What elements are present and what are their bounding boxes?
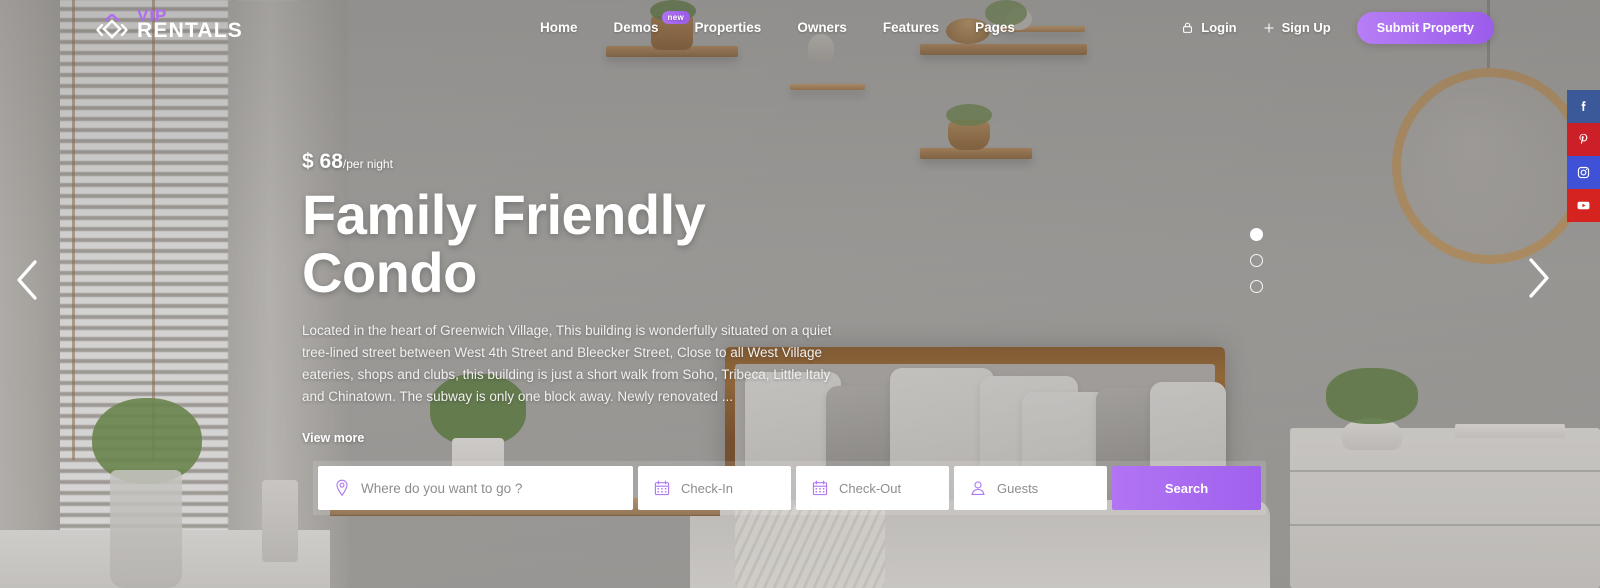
nav-item-home[interactable]: Home	[540, 20, 578, 35]
nav-item-owners[interactable]: Owners	[797, 20, 847, 35]
login-label: Login	[1201, 20, 1237, 35]
calendar-icon	[812, 480, 828, 496]
signup-button[interactable]: Sign Up	[1263, 20, 1331, 35]
slider-dot-3[interactable]	[1250, 280, 1263, 293]
user-icon	[970, 480, 986, 496]
price-amount: 68	[319, 150, 343, 173]
social-link-instagram[interactable]	[1567, 156, 1600, 189]
nav-item-pages[interactable]: Pages	[975, 20, 1015, 35]
new-badge: new	[661, 11, 690, 24]
chevron-left-icon[interactable]	[8, 250, 48, 310]
signup-label: Sign Up	[1281, 20, 1331, 35]
calendar-icon	[654, 480, 670, 496]
diamond-chevron-icon	[95, 13, 129, 48]
checkin-field[interactable]: Check-In	[638, 466, 791, 510]
social-link-youtube[interactable]	[1567, 189, 1600, 222]
price-currency: $	[302, 150, 314, 173]
nav-item-features[interactable]: Features	[883, 20, 939, 35]
slider-dot-2[interactable]	[1250, 254, 1263, 267]
checkin-placeholder: Check-In	[681, 480, 734, 496]
guests-field[interactable]: Guests	[954, 466, 1107, 510]
chevron-right-icon[interactable]	[1518, 248, 1558, 308]
social-rail	[1567, 90, 1600, 222]
social-link-pinterest[interactable]	[1567, 123, 1600, 156]
destination-field[interactable]: Where do you want to go ?	[318, 466, 633, 510]
lock-icon	[1181, 21, 1194, 34]
nav-item-demos[interactable]: Demos new	[613, 11, 690, 35]
guests-placeholder: Guests	[997, 480, 1039, 496]
submit-property-button[interactable]: Submit Property	[1356, 11, 1494, 44]
nav-label: Owners	[797, 20, 847, 35]
nav-item-properties[interactable]: Properties	[695, 20, 762, 35]
login-button[interactable]: Login	[1181, 20, 1237, 35]
nav-label: Features	[882, 20, 940, 35]
site-logo[interactable]: VIP RENTALS	[95, 6, 275, 51]
checkout-placeholder: Check-Out	[839, 480, 902, 496]
pinterest-icon	[1576, 132, 1591, 147]
facebook-icon	[1576, 99, 1591, 114]
destination-placeholder: Where do you want to go ?	[361, 480, 523, 496]
page-title: Family Friendly Condo	[302, 183, 706, 305]
slider-dot-1[interactable]	[1250, 228, 1263, 241]
nav-label: Properties	[694, 20, 762, 35]
price-unit: /per night	[342, 157, 393, 171]
slider-pagination	[1250, 228, 1263, 293]
nav-label: Home	[540, 20, 578, 35]
view-more-link[interactable]: View more	[302, 431, 364, 445]
nav-actions: Login Sign Up Submit Property	[1181, 0, 1494, 55]
map-pin-icon	[334, 479, 350, 497]
checkout-field[interactable]: Check-Out	[796, 466, 949, 510]
youtube-icon	[1576, 198, 1591, 213]
nav-label: Demos	[613, 20, 659, 35]
plus-icon	[1263, 22, 1275, 34]
hero-slider: VIP RENTALS Home Demos new Properties Ow…	[0, 0, 1600, 588]
main-navbar: VIP RENTALS Home Demos new Properties Ow…	[0, 0, 1600, 55]
hero-description: Located in the heart of Greenwich Villag…	[302, 323, 832, 405]
hero-content: $ 68/per night Family Friendly Condo Loc…	[302, 150, 862, 447]
nav-label: Pages	[975, 20, 1015, 35]
nav-menu: Home Demos new Properties Owners Feature…	[540, 0, 1015, 55]
social-link-facebook[interactable]	[1567, 90, 1600, 123]
instagram-icon	[1576, 165, 1591, 180]
property-search-bar: Where do you want to go ? Check-In Check…	[313, 461, 1266, 515]
logo-rentals-text: RENTALS	[137, 19, 244, 42]
search-button[interactable]: Search	[1112, 466, 1261, 510]
hero-price: $ 68/per night	[302, 150, 862, 174]
